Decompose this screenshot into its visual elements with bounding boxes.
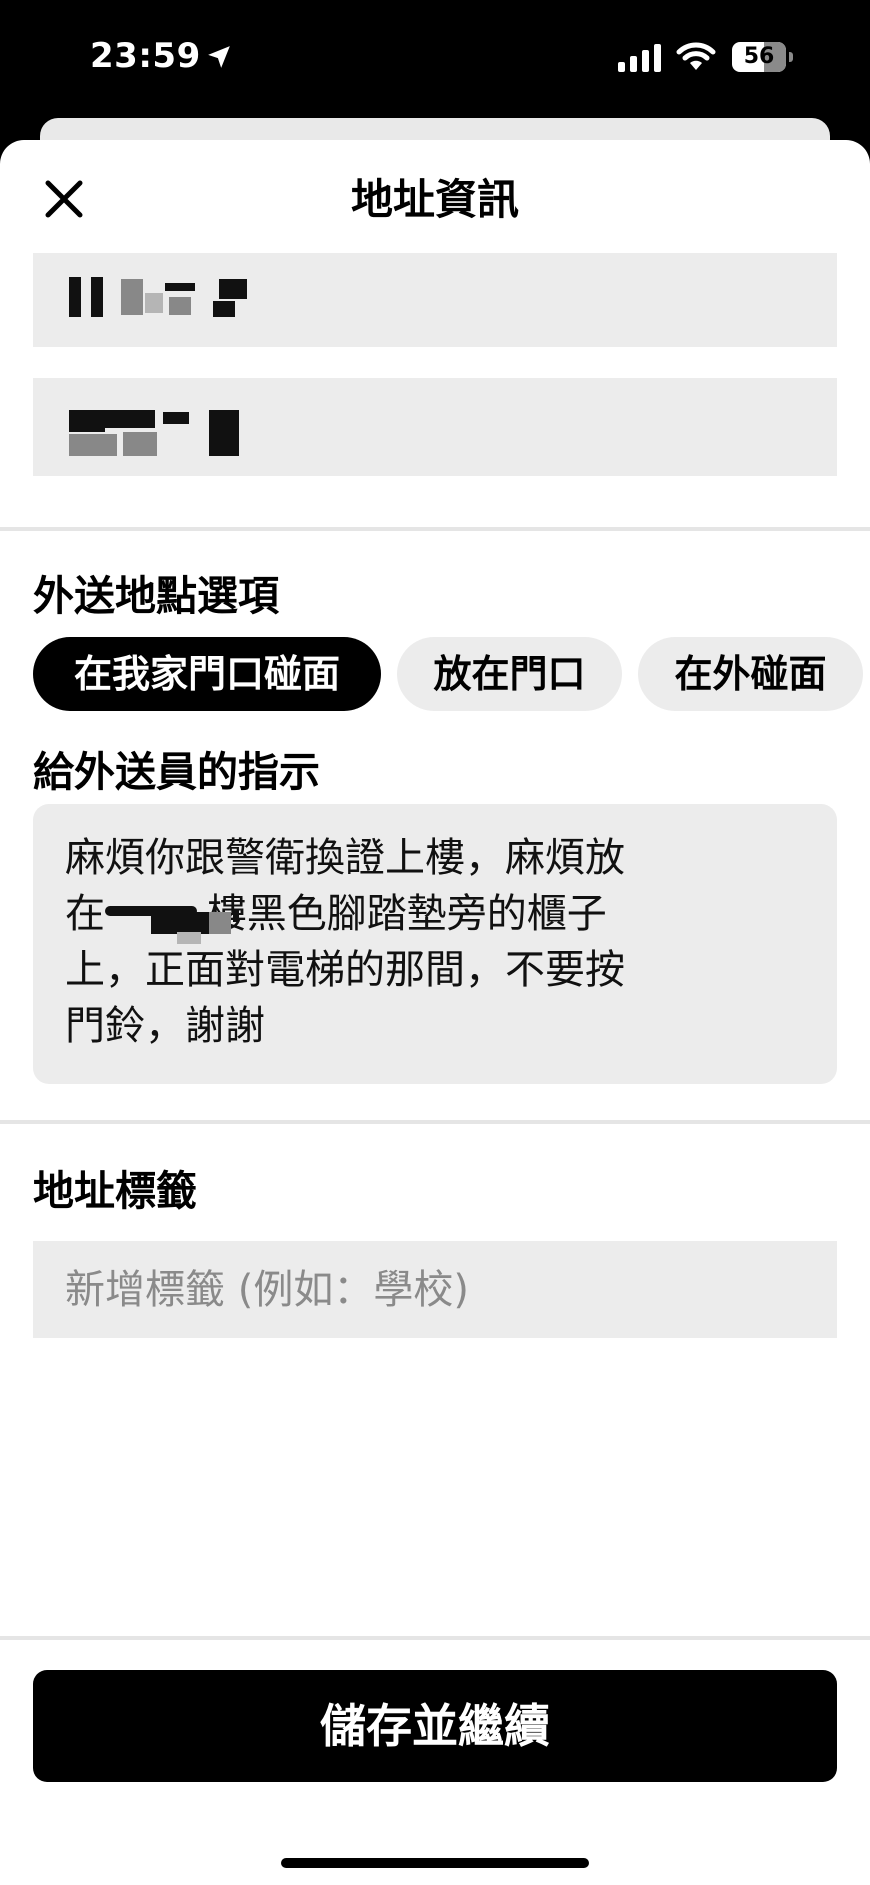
- redaction: [105, 410, 155, 428]
- redaction: [169, 297, 191, 315]
- delivery-options-title: 外送地點選項: [33, 572, 279, 620]
- redaction: [233, 910, 239, 922]
- redaction: [209, 410, 239, 456]
- redaction: [91, 277, 103, 317]
- redaction: [213, 301, 235, 317]
- address-label-title: 地址標籤: [33, 1167, 197, 1215]
- redaction: [163, 412, 189, 424]
- location-arrow-icon: [208, 46, 230, 68]
- save-and-continue-button[interactable]: 儲存並繼續: [33, 1670, 837, 1782]
- redaction: [69, 410, 105, 432]
- address-label-input[interactable]: [33, 1241, 837, 1338]
- instructions-title: 給外送員的指示: [33, 748, 320, 796]
- status-time: 23:59: [90, 36, 201, 76]
- address-line-1-field[interactable]: [33, 253, 837, 347]
- redaction: [69, 434, 117, 456]
- home-indicator: [281, 1858, 589, 1868]
- battery-icon: 56: [732, 42, 796, 72]
- redaction: [121, 279, 143, 315]
- redaction: [209, 912, 231, 934]
- chip-leave-at-door[interactable]: 放在門口: [397, 637, 622, 711]
- redaction: [177, 932, 201, 944]
- footer-divider: [0, 1636, 870, 1640]
- chip-meet-at-door[interactable]: 在我家門口碰面: [33, 637, 381, 711]
- page-title: 地址資訊: [350, 175, 519, 224]
- wifi-icon: [676, 42, 716, 70]
- status-bar: 23:59 56: [0, 0, 870, 115]
- cellular-signal-icon: [618, 44, 661, 72]
- chip-meet-outside[interactable]: 在外碰面: [638, 637, 863, 711]
- instructions-field[interactable]: 麻煩你跟警衛換證上樓，麻煩放 在 樓黑色腳踏墊旁的櫃子 上，正面對電梯的那間，不…: [33, 804, 837, 1084]
- address-line-2-field[interactable]: [33, 378, 837, 476]
- section-divider: [0, 527, 870, 531]
- redaction: [123, 432, 157, 456]
- redaction: [165, 283, 195, 291]
- redaction: [145, 293, 163, 313]
- instructions-text: 麻煩你跟警衛換證上樓，麻煩放 在 樓黑色腳踏墊旁的櫃子 上，正面對電梯的那間，不…: [65, 835, 625, 1049]
- battery-level: 56: [743, 44, 775, 69]
- redaction: [151, 912, 209, 934]
- section-divider: [0, 1120, 870, 1124]
- redaction: [219, 279, 247, 299]
- redaction: [69, 277, 81, 317]
